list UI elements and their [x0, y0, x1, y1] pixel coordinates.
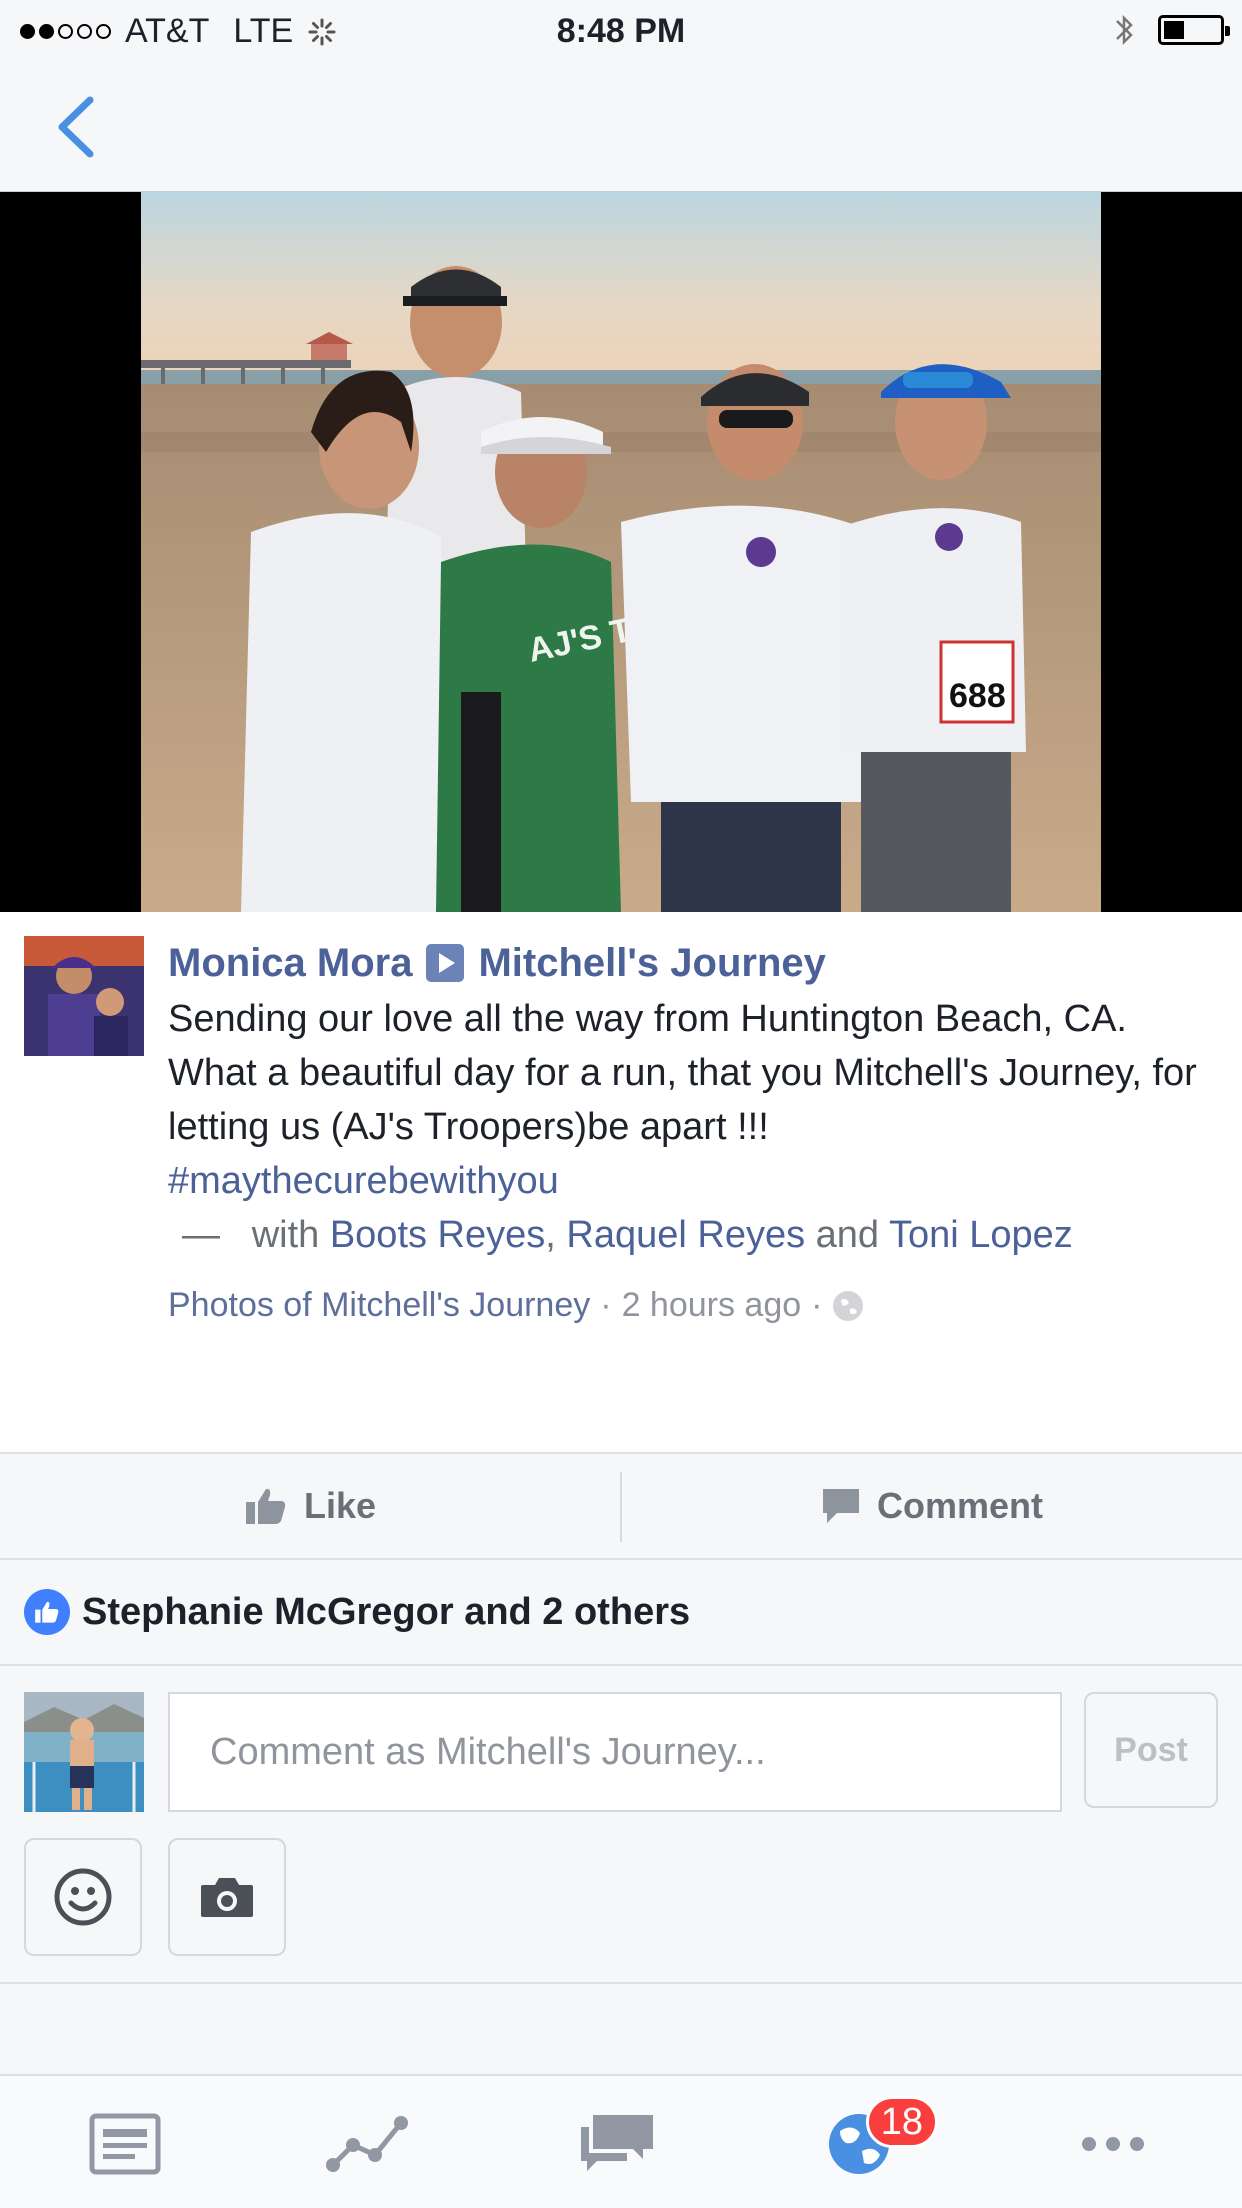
post-card: Monica Mora Mitchell's Journey Sending o…	[0, 912, 1242, 1452]
insights-icon	[326, 2116, 408, 2172]
tagged-people: — with Boots Reyes, Raquel Reyes and Ton…	[168, 1208, 1218, 1262]
tab-notifications[interactable]: 18	[814, 2096, 938, 2184]
photo-viewer[interactable]: AJ'S TROOPERS 688	[0, 192, 1242, 912]
like-button[interactable]: Like	[0, 1454, 620, 1558]
post-comment-label: Post	[1114, 1730, 1188, 1769]
likes-summary-text[interactable]: Stephanie McGregor and 2 others	[82, 1591, 690, 1634]
clock: 8:48 PM	[556, 12, 686, 50]
bluetooth-icon	[1116, 14, 1133, 46]
race-bib-number: 688	[949, 677, 1006, 715]
tagged-person-link[interactable]: Boots Reyes	[330, 1214, 545, 1256]
back-chevron-icon[interactable]	[50, 92, 110, 162]
comment-input[interactable]	[168, 1692, 1062, 1812]
like-label: Like	[303, 1485, 377, 1526]
camera-button[interactable]	[168, 1838, 286, 1956]
timestamp[interactable]: 2 hours ago	[622, 1286, 802, 1325]
tagged-and: and	[815, 1214, 880, 1256]
tagged-comma: ,	[545, 1214, 556, 1256]
news-feed-icon	[89, 2113, 161, 2175]
post-meta: Photos of Mitchell's Journey · 2 hours a…	[168, 1286, 1218, 1325]
status-bar: AT&T LTE 8:48 PM	[0, 0, 1242, 62]
post-message: Sending our love all the way from Huntin…	[168, 992, 1218, 1208]
post-photo[interactable]: AJ'S TROOPERS 688	[141, 192, 1101, 912]
tab-news-feed[interactable]	[80, 2104, 170, 2184]
tab-messages[interactable]	[572, 2104, 662, 2184]
more-icon	[1082, 2137, 1144, 2151]
tab-insights[interactable]	[322, 2104, 412, 2184]
thumbs-up-icon	[245, 1488, 286, 1524]
post-message-text: Sending our love all the way from Huntin…	[168, 998, 1197, 1148]
smiley-icon	[54, 1868, 112, 1926]
post-comment-button[interactable]: Post	[1084, 1692, 1218, 1808]
battery-icon	[1158, 15, 1230, 45]
comment-composer: Post	[0, 1666, 1242, 1984]
status-right	[1114, 12, 1230, 48]
emoji-button[interactable]	[24, 1838, 142, 1956]
navigation-bar	[0, 62, 1242, 192]
public-globe-icon	[832, 1290, 863, 1321]
tagged-person-link[interactable]: Raquel Reyes	[566, 1214, 805, 1256]
author-name-link[interactable]: Monica Mora	[168, 941, 412, 986]
commenter-avatar	[24, 1692, 144, 1812]
comment-bubble-icon	[822, 1489, 859, 1523]
notifications-badge: 18	[865, 2096, 938, 2148]
like-badge-icon	[24, 1589, 70, 1635]
likes-summary[interactable]: Stephanie McGregor and 2 others	[0, 1560, 1242, 1666]
shared-to-arrow-icon	[426, 944, 465, 982]
messages-icon	[581, 2115, 653, 2171]
with-label: with	[251, 1214, 320, 1256]
hashtag-link[interactable]: #maythecurebewithyou	[168, 1160, 559, 1202]
author-avatar[interactable]	[24, 936, 144, 1056]
comment-button[interactable]: Comment	[622, 1454, 1242, 1558]
meta-separator: ·	[811, 1286, 823, 1324]
tab-bar: 18	[0, 2074, 1242, 2208]
with-dash: —	[182, 1214, 220, 1256]
post-actions-bar: Like Comment	[0, 1452, 1242, 1560]
comment-label: Comment	[876, 1485, 1043, 1526]
post-header: Monica Mora Mitchell's Journey	[168, 938, 1218, 988]
album-link[interactable]: Photos of Mitchell's Journey	[168, 1286, 590, 1325]
tab-more[interactable]	[1068, 2104, 1158, 2184]
camera-icon	[201, 1878, 253, 1917]
target-page-link[interactable]: Mitchell's Journey	[478, 941, 825, 986]
post-body: Monica Mora Mitchell's Journey Sending o…	[168, 938, 1218, 1325]
meta-separator: ·	[600, 1286, 612, 1324]
tagged-person-link[interactable]: Toni Lopez	[889, 1214, 1073, 1256]
